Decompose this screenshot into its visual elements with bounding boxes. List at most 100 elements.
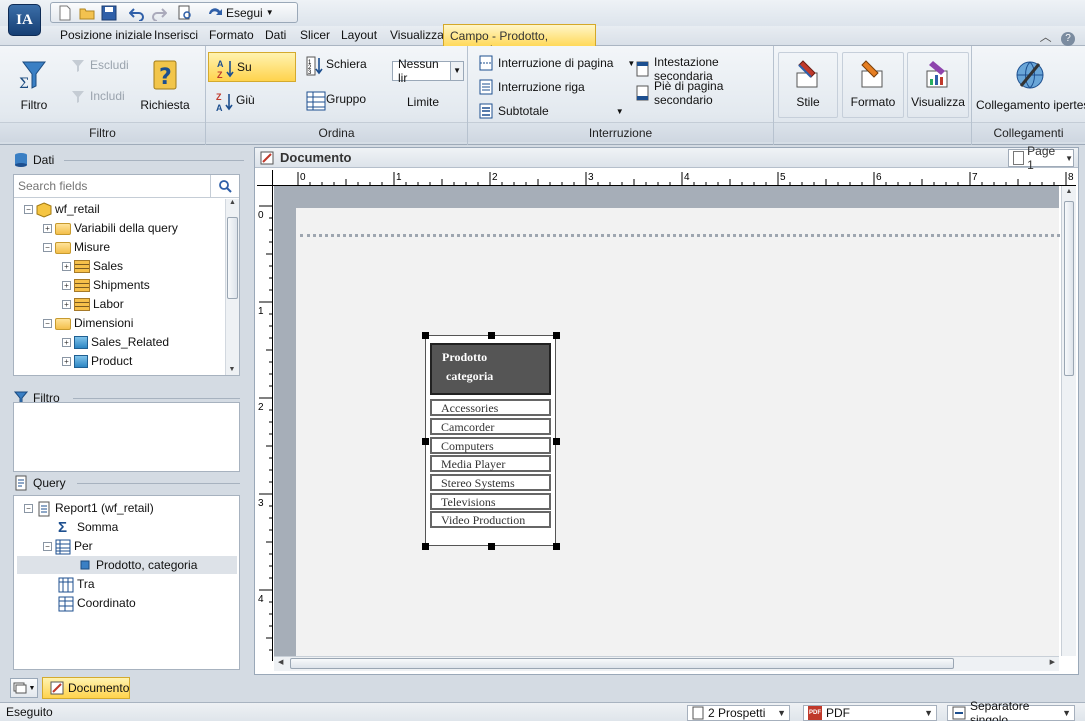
collapse-ribbon-icon[interactable]: ︿ [1040,30,1052,44]
includi-button[interactable]: Includi [70,88,125,104]
document-horizontal-scrollbar[interactable]: ◀ ▶ [274,656,1059,671]
tab-campo-context[interactable]: Campo - Prodotto, categoria [443,24,596,57]
tab-layout[interactable]: Layout [341,28,377,42]
tree-node-shipments[interactable]: + Shipments [62,276,150,295]
resize-handle[interactable] [422,543,429,550]
prospetti-select[interactable]: 2 Prospetti ▼ [687,705,790,721]
tree-node-product[interactable]: + Product [62,352,132,371]
save-icon[interactable] [101,5,117,21]
query-node-prodotto-categoria[interactable]: Prodotto, categoria [17,556,237,574]
tab-visualizza[interactable]: Visualizza [390,28,444,42]
dati-panel: −wf_retail +Variabili della query −Misur… [13,174,240,376]
subtotal-button[interactable]: Subtotale ▼ [478,103,624,119]
page-margin-top [274,186,1059,208]
document-icon [49,680,65,696]
filtro-panel[interactable] [13,402,240,472]
tab-dati[interactable]: Dati [265,28,286,42]
filtro-group: Σ Filtro Escludi Includi ? Richiesta Fil… [0,46,206,145]
visualizza-button[interactable]: Visualizza [907,52,969,118]
page-break-button[interactable]: Interruzione di pagina ▼ [478,55,635,71]
escludi-button[interactable]: Escludi [70,57,129,73]
app-logo-button[interactable]: IA [8,4,41,36]
ruler-label: 3 [588,172,594,183]
ruler-label: 8 [1068,172,1074,183]
row-break-button[interactable]: Interruzione riga [478,79,585,95]
resize-handle[interactable] [422,332,429,339]
document-bottom-tab[interactable]: Documento [42,677,130,699]
page-area[interactable] [296,208,1060,656]
query-divider [77,483,240,484]
query-node-somma[interactable]: Σ Somma [58,518,118,537]
tab-formato[interactable]: Formato [209,28,254,42]
run-button[interactable]: Esegui ▼ [207,5,274,21]
svg-text:A: A [217,59,224,69]
dati-scrollbar[interactable]: ▲ ▼ [225,199,239,375]
query-node-per[interactable]: − Per [43,537,93,556]
document-vertical-scrollbar[interactable]: ▲ [1061,186,1076,656]
column-header-cell[interactable]: Prodotto categoria [430,343,551,395]
tree-node-misure[interactable]: − Misure [43,238,110,257]
chevron-down-icon[interactable]: ▼ [616,107,624,116]
query-node-coordinato[interactable]: Coordinato [58,594,136,613]
page-selector[interactable]: Page 1 ▼ [1008,144,1074,172]
print-preview-icon[interactable] [177,5,193,21]
tree-node-wf-retail[interactable]: − wf_retail [24,200,100,219]
table-row[interactable]: Video Production [430,511,551,528]
measure-group-icon [74,298,90,311]
resize-handle[interactable] [422,438,429,445]
ribbon-controls[interactable]: ︿ ? [1040,28,1075,46]
design-canvas[interactable]: Prodotto categoria Accessories Camcorder… [274,186,1060,656]
quick-access-toolbar: Esegui ▼ [50,2,298,23]
open-folder-icon[interactable] [79,5,95,21]
table-row[interactable]: Camcorder [430,418,551,435]
stile-button[interactable]: Stile [778,52,838,118]
tree-node-sales-related[interactable]: + Sales_Related [62,333,169,352]
tab-posizione-iniziale[interactable]: Posizione iniziale [60,28,152,42]
help-icon[interactable]: ? [1061,32,1075,46]
undo-icon[interactable] [128,5,145,22]
query-node-report1[interactable]: − Report1 (wf_retail) [24,499,154,518]
sum-icon: Σ [58,518,68,536]
separator-select[interactable]: Separatore singolo ▼ [947,699,1075,721]
tab-slicer[interactable]: Slicer [300,28,330,42]
window-list-button[interactable]: ▼ [10,678,38,698]
output-format-select[interactable]: PDF PDF ▼ [803,705,937,721]
table-row[interactable]: Televisions [430,493,551,510]
tab-inserisci[interactable]: Inserisci [154,28,198,42]
tree-node-sales[interactable]: + Sales [62,257,123,276]
resize-handle[interactable] [553,543,560,550]
richiesta-button[interactable]: ? Richiesta [138,58,192,112]
table-row[interactable]: Accessories [430,399,551,416]
search-input[interactable] [14,175,210,197]
across-columns-icon [58,577,74,593]
resize-handle[interactable] [488,332,495,339]
schiera-button[interactable]: 1 2 3 Schiera [306,56,367,76]
tree-node-dimensioni[interactable]: − Dimensioni [43,314,133,333]
query-node-tra[interactable]: Tra [58,575,95,594]
visualize-icon [923,59,953,89]
report-table[interactable]: Prodotto categoria Accessories Camcorder… [422,332,560,550]
sort-descending-button[interactable]: Z A Giù [216,92,255,113]
sort-ascending-button[interactable]: A Z Su [208,52,296,82]
formato-button[interactable]: Formato [842,52,904,118]
sort-za-icon: ZA [216,92,233,113]
search-icon[interactable] [210,175,238,197]
redo-icon[interactable] [151,5,168,22]
resize-handle[interactable] [553,332,560,339]
chevron-down-icon[interactable]: ▼ [450,62,463,80]
filtro-button[interactable]: Σ Filtro [12,58,56,112]
coordinated-icon [58,596,74,612]
resize-handle[interactable] [488,543,495,550]
table-row[interactable]: Stereo Systems [430,474,551,491]
hyperlink-button[interactable]: Collegamento ipertes [976,58,1085,112]
table-row[interactable]: Computers [430,437,551,454]
limit-select[interactable]: Nessun lir ▼ [392,57,464,85]
filtro-group-label: Filtro [0,122,205,142]
sub-footer-button[interactable]: Piè di pagina secondario [634,79,773,107]
tree-node-query-variables[interactable]: + Variabili della query [43,219,178,238]
new-document-icon[interactable] [57,5,73,21]
table-row[interactable]: Media Player [430,455,551,472]
gruppo-button[interactable]: Gruppo [306,91,366,111]
tree-node-labor[interactable]: + Labor [62,295,124,314]
resize-handle[interactable] [553,438,560,445]
